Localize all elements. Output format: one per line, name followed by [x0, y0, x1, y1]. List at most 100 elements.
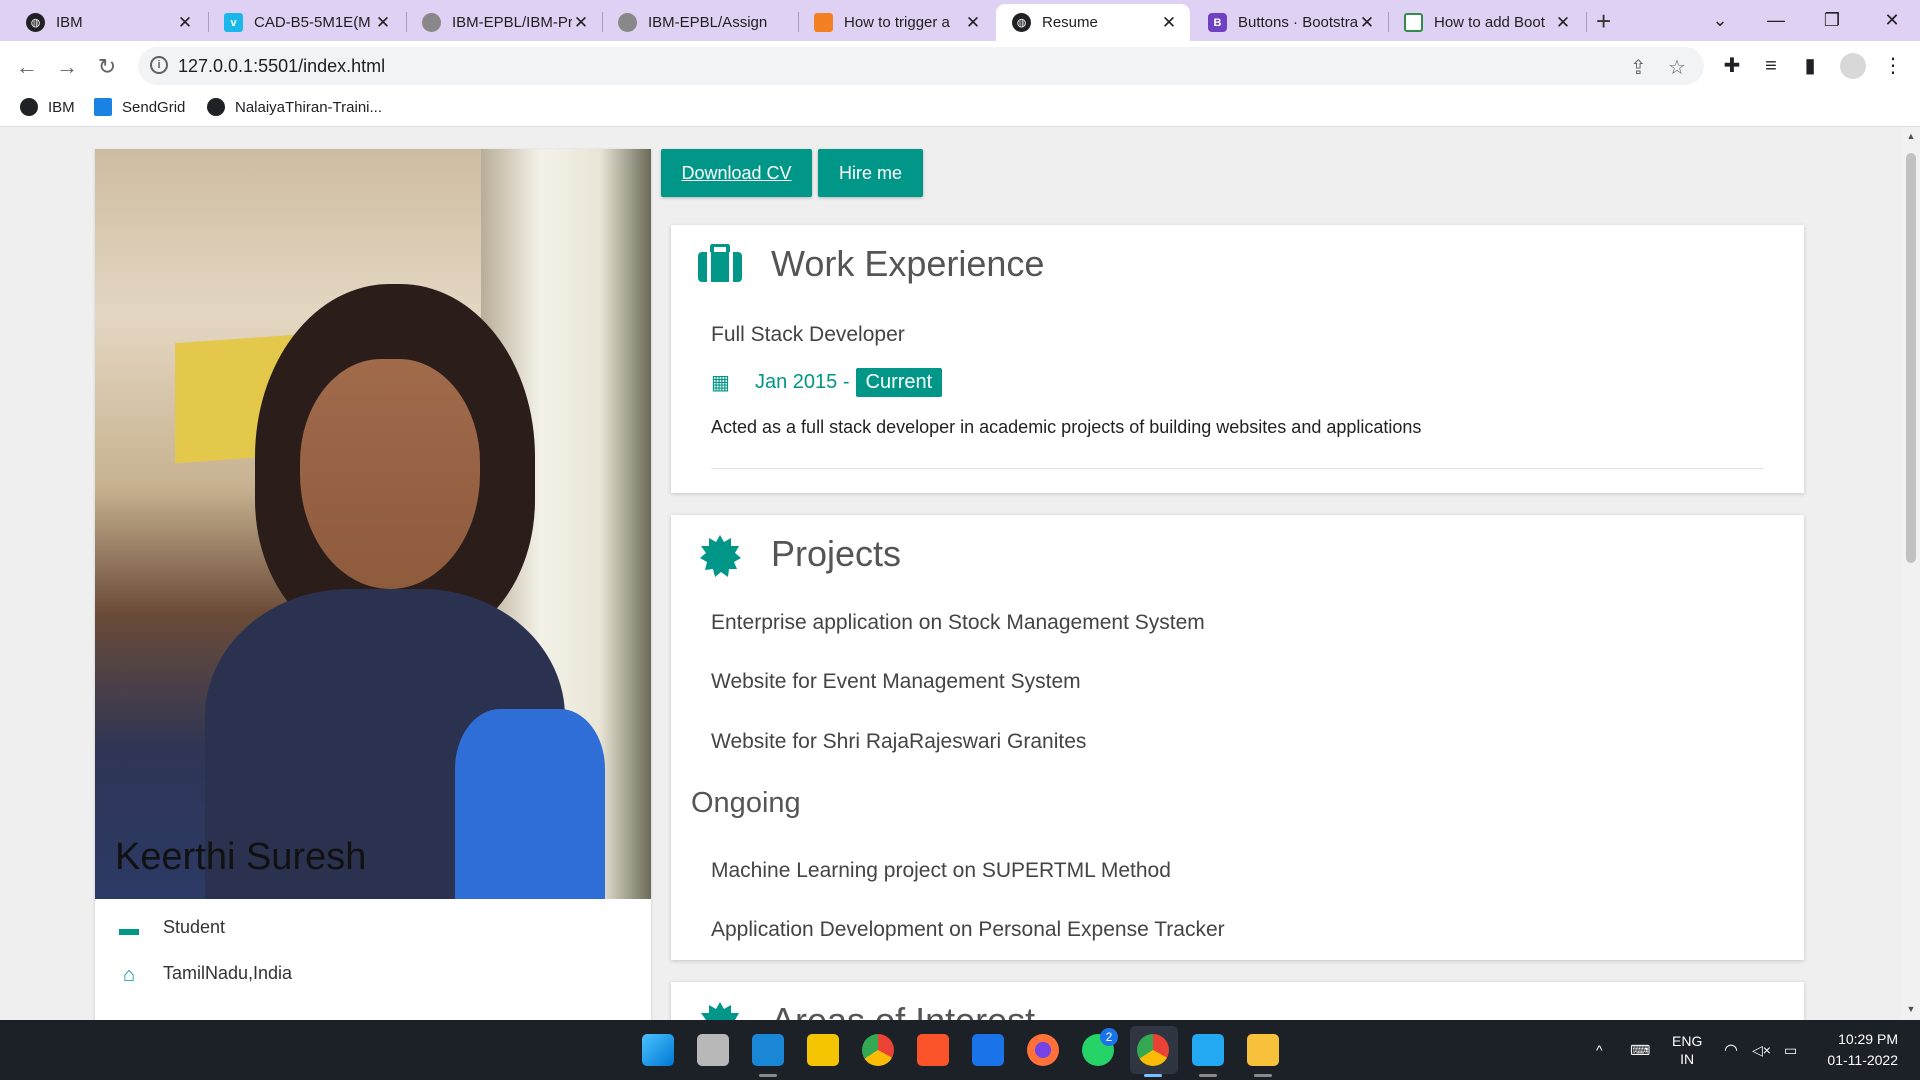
bookmark-nalaiyathiran[interactable]: NalaiyaThiran-Traini... — [207, 98, 382, 116]
bookmark-ibm[interactable]: IBM — [20, 98, 75, 116]
close-icon[interactable]: ✕ — [1160, 13, 1178, 33]
vscode-icon[interactable] — [1192, 1034, 1224, 1066]
scroll-down-icon[interactable]: ▼ — [1906, 1004, 1916, 1014]
interests-card: Areas of Interest — [671, 982, 1804, 1020]
project-item: Enterprise application on Stock Manageme… — [711, 611, 1205, 634]
badge-star-icon — [697, 534, 743, 577]
back-icon[interactable]: ← — [12, 52, 42, 82]
tab-github-assign[interactable]: IBM-EPBL/Assign — [602, 4, 798, 41]
restore-icon[interactable]: ❐ — [1804, 0, 1860, 41]
briefcase-icon — [697, 243, 743, 284]
running-indicator — [1144, 1074, 1162, 1077]
tab-cad[interactable]: v CAD-B5-5M1E(M ✕ — [208, 4, 404, 41]
briefcase-icon: ▬ — [119, 917, 139, 940]
chrome-icon[interactable] — [1137, 1034, 1169, 1066]
minimize-icon[interactable]: — — [1748, 0, 1804, 41]
site-info-icon[interactable]: i — [150, 56, 168, 74]
profile-card: Keerthi Suresh ▬ Student ⌂ TamilNadu,Ind… — [95, 149, 651, 1020]
system-clock[interactable]: 10:29 PM 01-11-2022 — [1827, 1029, 1898, 1071]
tab-ibm[interactable]: ◍ IBM ✕ — [10, 4, 206, 41]
address-bar[interactable]: i 127.0.0.1:5501/index.html ⇪ ☆ — [138, 47, 1704, 85]
url-text[interactable]: 127.0.0.1:5501/index.html — [178, 56, 385, 77]
windows-start-icon[interactable] — [642, 1034, 674, 1066]
file-explorer-icon[interactable] — [1247, 1034, 1279, 1066]
hire-me-button[interactable]: Hire me — [818, 149, 923, 197]
taskbar: 2 ^ ⌨ ENG IN ◠ ◁× ▭ 10:29 PM 01-11-2022 — [0, 1020, 1920, 1080]
profile-avatar[interactable] — [1840, 53, 1866, 79]
running-indicator — [1254, 1074, 1272, 1077]
bookmark-star-icon[interactable]: ☆ — [1668, 55, 1686, 80]
volume-muted-icon[interactable]: ◁× — [1752, 1020, 1771, 1080]
project-item: Website for Event Management System — [711, 670, 1081, 693]
notepad-icon[interactable] — [752, 1034, 784, 1066]
keyboard-icon[interactable]: ⌨ — [1630, 1020, 1650, 1080]
bookmark-sendgrid[interactable]: SendGrid — [94, 98, 185, 116]
projects-header: Projects — [697, 533, 902, 577]
photo-sleeve — [455, 709, 605, 899]
bootstrap-icon: B — [1208, 13, 1227, 32]
tab-bootstrap-buttons[interactable]: B Buttons · Bootstra ✕ — [1192, 4, 1388, 41]
wifi-icon[interactable]: ◠ — [1724, 1020, 1738, 1080]
running-indicator — [1199, 1074, 1217, 1077]
extensions-icon[interactable]: ✚ — [1719, 53, 1745, 79]
projects-card: Projects Enterprise application on Stock… — [671, 515, 1804, 960]
calendar-app-icon[interactable] — [972, 1034, 1004, 1066]
calendar-icon: ▦ — [711, 372, 730, 394]
globe-icon — [207, 98, 225, 116]
current-badge: Current — [855, 368, 943, 397]
tab-resume[interactable]: ◍ Resume ✕ — [996, 4, 1190, 41]
tab-search-icon[interactable]: ⌄ — [1692, 0, 1748, 41]
section-title: Projects — [771, 533, 902, 574]
work-experience-card: Work Experience Full Stack Developer ▦ J… — [671, 225, 1804, 493]
running-indicator — [759, 1074, 777, 1077]
download-cv-button[interactable]: Download CV — [661, 149, 812, 197]
share-icon[interactable]: ⇪ — [1630, 55, 1647, 80]
scroll-up-icon[interactable]: ▲ — [1906, 131, 1916, 141]
close-window-icon[interactable]: ✕ — [1864, 0, 1920, 41]
work-experience-header: Work Experience — [697, 243, 1044, 285]
menu-icon[interactable]: ⋮ — [1880, 53, 1906, 79]
firefox-icon[interactable] — [1027, 1034, 1059, 1066]
gfg-icon — [1404, 13, 1423, 32]
profile-photo: Keerthi Suresh — [95, 149, 651, 899]
divider — [711, 468, 1764, 469]
new-tab-icon[interactable]: + — [1596, 6, 1611, 37]
browser-toolbar: ← → ↻ i 127.0.0.1:5501/index.html ⇪ ☆ ✚ … — [0, 41, 1920, 91]
globe-icon — [20, 98, 38, 116]
page-scrollbar[interactable]: ▲ ▼ — [1902, 127, 1920, 1020]
notification-badge: 2 — [1100, 1028, 1118, 1046]
scrollbar-thumb[interactable] — [1906, 153, 1916, 563]
page-viewport: Keerthi Suresh ▬ Student ⌂ TamilNadu,Ind… — [0, 127, 1902, 1020]
media-control-icon[interactable]: ≡ — [1758, 53, 1784, 79]
language-indicator[interactable]: ENG IN — [1672, 1020, 1702, 1080]
envelope-icon: ▬ — [119, 1009, 139, 1020]
job-title: Full Stack Developer — [711, 323, 905, 346]
battery-icon[interactable]: ▭ — [1784, 1020, 1797, 1080]
info-role: ▬ Student — [119, 917, 226, 940]
close-icon[interactable]: ✕ — [1358, 13, 1376, 33]
forward-icon[interactable]: → — [52, 52, 82, 82]
tab-gfg[interactable]: How to add Boot ✕ — [1388, 4, 1584, 41]
sticky-notes-icon[interactable] — [807, 1034, 839, 1066]
info-email: ▬ — [117, 1009, 163, 1020]
ongoing-project-item: Machine Learning project on SUPERTML Met… — [711, 859, 1171, 882]
close-icon[interactable]: ✕ — [176, 13, 194, 33]
reload-icon[interactable]: ↻ — [92, 52, 122, 82]
show-hidden-icons[interactable]: ^ — [1596, 1020, 1603, 1080]
flame-icon — [814, 13, 833, 32]
job-date: ▦ Jan 2015 - Current — [711, 368, 943, 397]
close-icon[interactable]: ✕ — [964, 13, 982, 33]
tab-github-pr[interactable]: IBM-EPBL/IBM-Pr ✕ — [406, 4, 602, 41]
chrome-icon[interactable] — [862, 1034, 894, 1066]
ongoing-heading: Ongoing — [691, 787, 801, 819]
github-icon — [422, 13, 441, 32]
job-description: Acted as a full stack developer in acade… — [711, 417, 1422, 437]
tab-stackoverflow[interactable]: How to trigger a ✕ — [798, 4, 994, 41]
close-icon[interactable]: ✕ — [1554, 13, 1572, 33]
project-item: Website for Shri RajaRajeswari Granites — [711, 730, 1087, 753]
side-panel-icon[interactable]: ▮ — [1797, 53, 1823, 79]
task-view-icon[interactable] — [697, 1034, 729, 1066]
close-icon[interactable]: ✕ — [374, 13, 392, 33]
brave-icon[interactable] — [917, 1034, 949, 1066]
close-icon[interactable]: ✕ — [572, 13, 590, 33]
